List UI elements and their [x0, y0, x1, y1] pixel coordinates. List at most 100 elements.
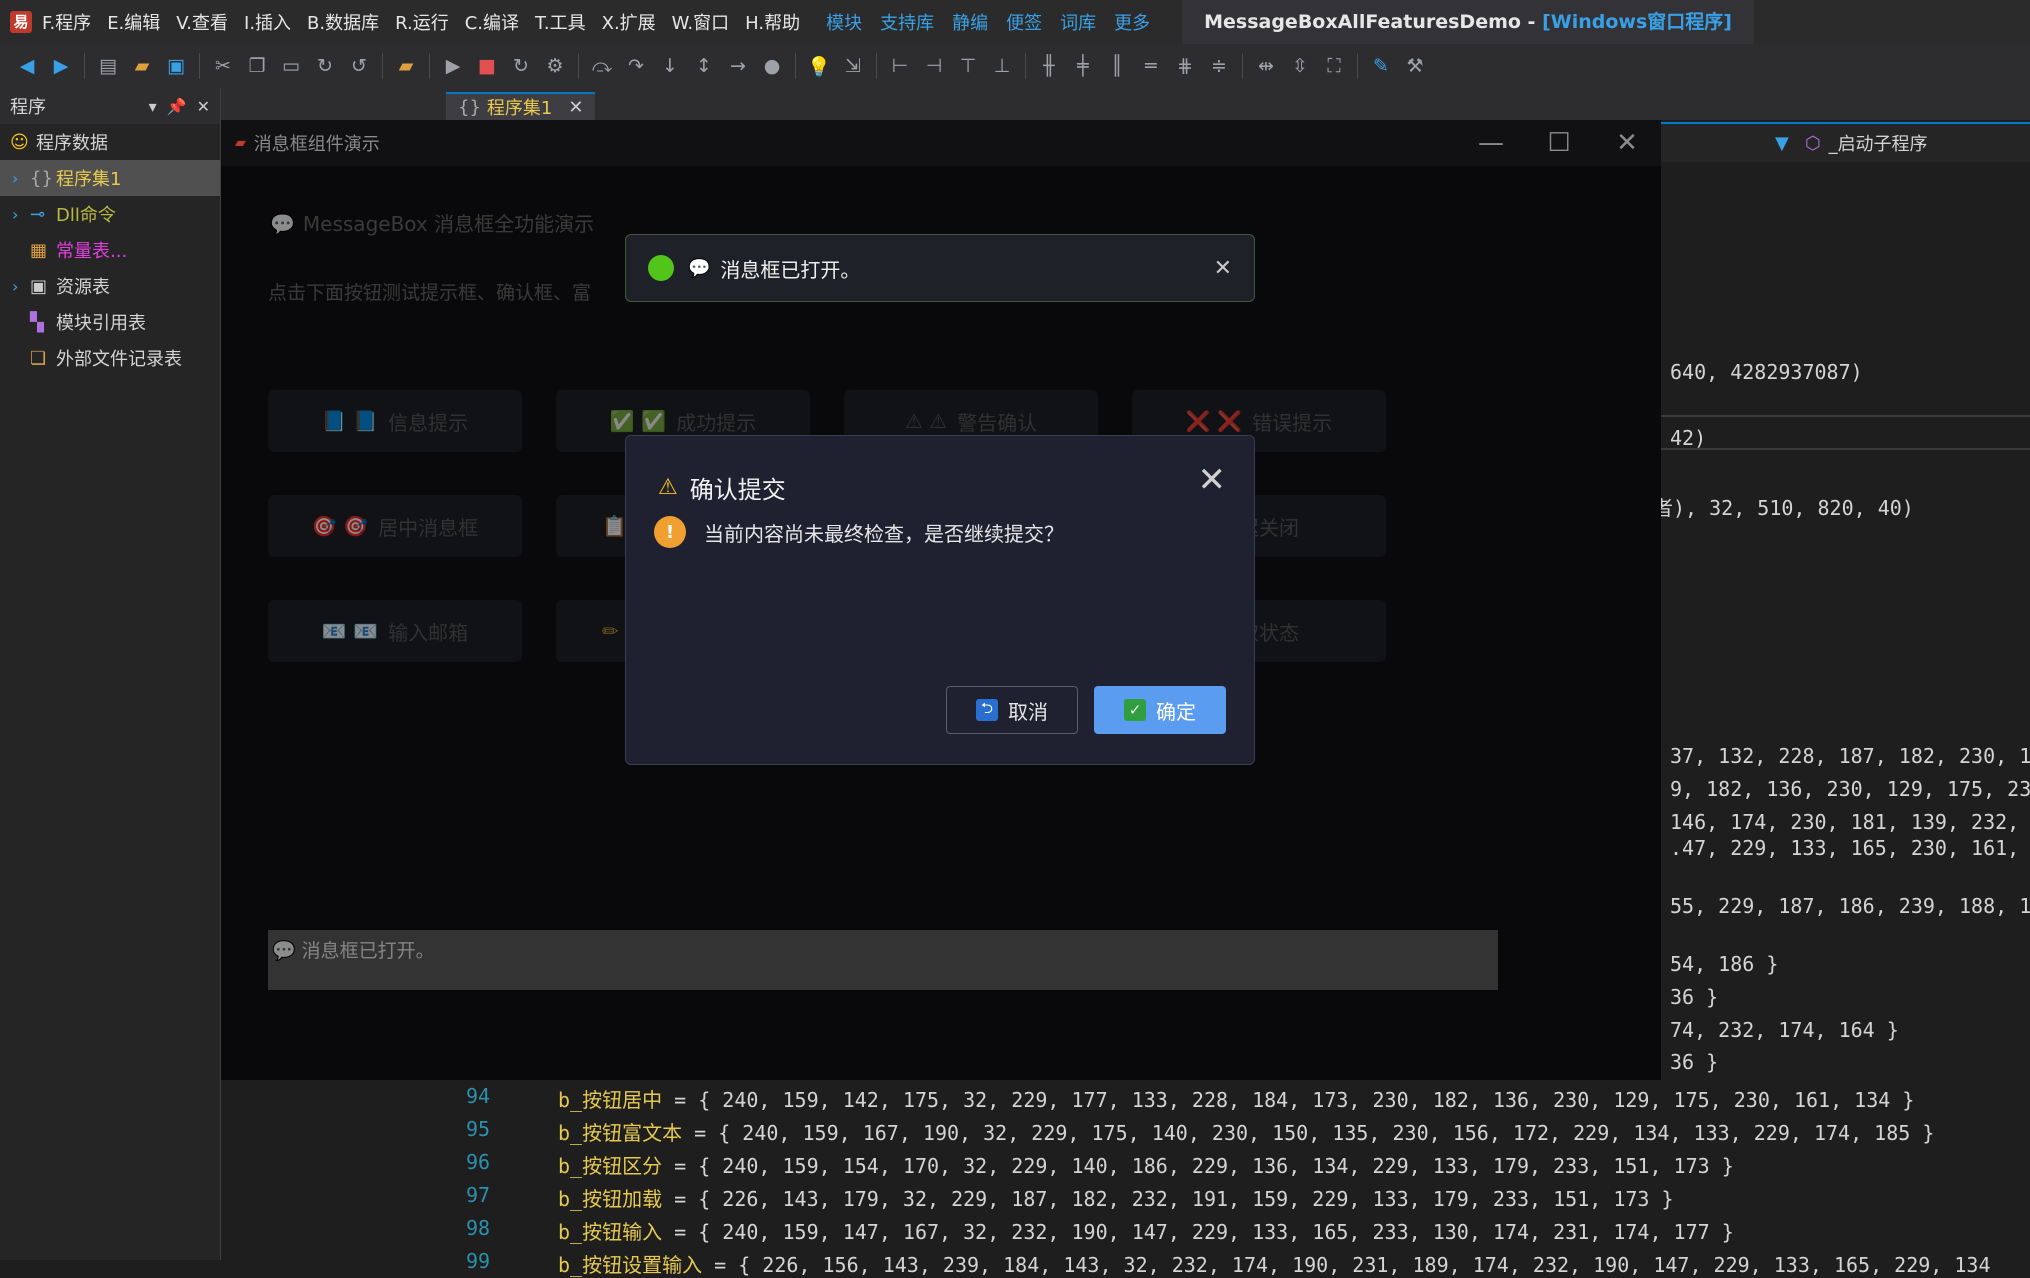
stop-icon[interactable]: ■ — [476, 55, 498, 77]
link-lexicon[interactable]: 词库 — [1060, 9, 1096, 35]
tree-item-assembly[interactable]: › {} 程序集1 — [0, 160, 220, 196]
step-out-icon[interactable]: ↕ — [693, 55, 715, 77]
forward-icon[interactable]: ▶ — [50, 55, 72, 77]
link-notes[interactable]: 便签 — [1006, 9, 1042, 35]
chevron-right-icon[interactable]: › — [12, 277, 30, 296]
link-more[interactable]: 更多 — [1114, 9, 1150, 35]
menu-database[interactable]: B.数据库 — [307, 9, 379, 35]
breakpoint-icon[interactable]: ● — [761, 55, 783, 77]
undo-icon[interactable]: ↺ — [348, 55, 370, 77]
align-top-icon[interactable]: ⊤ — [957, 55, 979, 77]
menu-window[interactable]: W.窗口 — [672, 9, 729, 35]
toolbar: ◀ ▶ ▤ ▰ ▣ ✂ ❐ ▭ ↻ ↺ ▰ ▶ ■ ↻ ⚙ ⤼ ↷ ↓ ↕ → … — [0, 44, 2030, 88]
toolbar-divider — [578, 53, 579, 79]
chevron-right-icon[interactable]: › — [12, 205, 30, 224]
step-over-icon[interactable]: ⤼ — [591, 55, 613, 77]
redo-icon[interactable]: ↻ — [314, 55, 336, 77]
ok-label: 确定 — [1156, 699, 1196, 724]
link-static-compile[interactable]: 静编 — [952, 9, 988, 35]
distribute-h-icon[interactable]: ⇹ — [1255, 55, 1277, 77]
center-vertical-icon[interactable]: ╪ — [1072, 55, 1094, 77]
line-number: 99 — [466, 1249, 491, 1273]
tree-item-resources[interactable]: › ▣ 资源表 — [0, 268, 220, 304]
close-tab-icon[interactable]: ✕ — [568, 97, 583, 118]
menu-edit[interactable]: E.编辑 — [107, 9, 160, 35]
settings-tools-icon[interactable]: ⚒ — [1404, 55, 1426, 77]
pin-icon[interactable]: 📌 — [167, 97, 187, 116]
new-file-icon[interactable]: ▤ — [97, 55, 119, 77]
menu-help[interactable]: H.帮助 — [745, 9, 800, 35]
code-identifier: b_按钮居中 — [558, 1088, 663, 1112]
cut-icon[interactable]: ✂ — [212, 55, 234, 77]
resources-icon: ▣ — [30, 275, 48, 297]
save-icon[interactable]: ▣ — [165, 55, 187, 77]
same-height-icon[interactable]: ═ — [1140, 55, 1162, 77]
panel-title: 程序 — [10, 97, 46, 118]
chevron-right-icon[interactable]: › — [12, 169, 30, 188]
dropdown-icon[interactable]: ▾ — [149, 97, 157, 116]
menu-program[interactable]: F.程序 — [42, 9, 91, 35]
menubar: 易 F.程序 E.编辑 V.查看 I.插入 B.数据库 R.运行 C.编译 T.… — [0, 0, 2030, 44]
tree-item-label: 资源表 — [56, 277, 110, 298]
link-support-lib[interactable]: 支持库 — [880, 9, 934, 35]
dialog-title: ⚠ 确认提交 — [658, 470, 786, 505]
restart-icon[interactable]: ↻ — [510, 55, 532, 77]
menu-compile[interactable]: C.编译 — [465, 9, 519, 35]
tab-order-icon[interactable]: ⇲ — [842, 55, 864, 77]
back-icon[interactable]: ◀ — [16, 55, 38, 77]
minimize-icon[interactable]: — — [1457, 128, 1525, 158]
align-left-icon[interactable]: ⊢ — [889, 55, 911, 77]
center-horizontal-icon[interactable]: ╫ — [1038, 55, 1060, 77]
find-icon[interactable]: ▰ — [395, 55, 417, 77]
menu-tools[interactable]: T.工具 — [535, 9, 586, 35]
lightbulb-icon[interactable]: 💡 — [807, 55, 831, 78]
dropdown-arrow-icon[interactable]: ▼ — [1775, 133, 1789, 154]
copy-icon[interactable]: ❐ — [246, 55, 268, 77]
close-dialog-icon[interactable]: ✕ — [1198, 460, 1227, 500]
space-horizontal-icon[interactable]: ⋕ — [1174, 55, 1196, 77]
space-vertical-icon[interactable]: ≑ — [1208, 55, 1230, 77]
close-window-icon[interactable]: ✕ — [1593, 128, 1661, 158]
tree-item-external-files[interactable]: ❏ 外部文件记录表 — [0, 340, 220, 376]
align-right-icon[interactable]: ⊣ — [923, 55, 945, 77]
open-folder-icon[interactable]: ▰ — [131, 55, 153, 77]
tree-item-module-refs[interactable]: ▚ 模块引用表 — [0, 304, 220, 340]
brush-icon[interactable]: ✎ — [1370, 55, 1392, 77]
fit-icon[interactable]: ⛶ — [1323, 55, 1345, 77]
demo-window-title: 消息框组件演示 — [253, 134, 380, 155]
tree-item-dll[interactable]: › ⊸ Dll命令 — [0, 196, 220, 232]
menu-extensions[interactable]: X.扩展 — [602, 9, 656, 35]
code-identifier: b_按钮加载 — [558, 1187, 663, 1211]
tree-root[interactable]: ☺ 程序数据 — [0, 124, 220, 160]
close-toast-icon[interactable]: ✕ — [1214, 256, 1232, 281]
success-dot-icon — [648, 255, 674, 281]
code-fragment: 37, 132, 228, 187, 182, 230, 188 — [1670, 744, 2030, 768]
menu-insert[interactable]: I.插入 — [244, 9, 291, 35]
toast-text: 消息框已打开。 — [720, 257, 861, 282]
line-number: 96 — [466, 1150, 491, 1174]
same-width-icon[interactable]: ║ — [1106, 55, 1128, 77]
return-icon: ⮌ — [976, 699, 998, 721]
cancel-button[interactable]: ⮌ 取消 — [946, 686, 1078, 734]
align-bottom-icon[interactable]: ⊥ — [991, 55, 1013, 77]
exclamation-icon: ! — [654, 516, 686, 548]
tab-label: 程序集1 — [486, 98, 553, 119]
tree-item-constants[interactable]: ▦ 常量表... — [0, 232, 220, 268]
modules-icon: ▚ — [30, 311, 44, 333]
close-icon[interactable]: ✕ — [197, 97, 210, 116]
run-icon[interactable]: ▶ — [442, 55, 464, 77]
maximize-icon[interactable]: ☐ — [1525, 128, 1593, 158]
step-down-icon[interactable]: ↓ — [659, 55, 681, 77]
paste-icon[interactable]: ▭ — [280, 55, 302, 77]
tab-assembly1[interactable]: {} 程序集1 ✕ — [446, 92, 596, 120]
method-dropdown-label[interactable]: _启动子程序 — [1829, 130, 1928, 156]
ok-button[interactable]: ✓ 确定 — [1094, 686, 1226, 734]
step-into-icon[interactable]: ↷ — [625, 55, 647, 77]
build-icon[interactable]: ⚙ — [544, 55, 566, 77]
run-to-cursor-icon[interactable]: → — [727, 55, 749, 77]
link-modules[interactable]: 模块 — [826, 9, 862, 35]
distribute-v-icon[interactable]: ⇳ — [1289, 55, 1311, 77]
menu-view[interactable]: V.查看 — [176, 9, 228, 35]
smiley-icon: ☺ — [10, 131, 29, 153]
menu-run[interactable]: R.运行 — [395, 9, 449, 35]
